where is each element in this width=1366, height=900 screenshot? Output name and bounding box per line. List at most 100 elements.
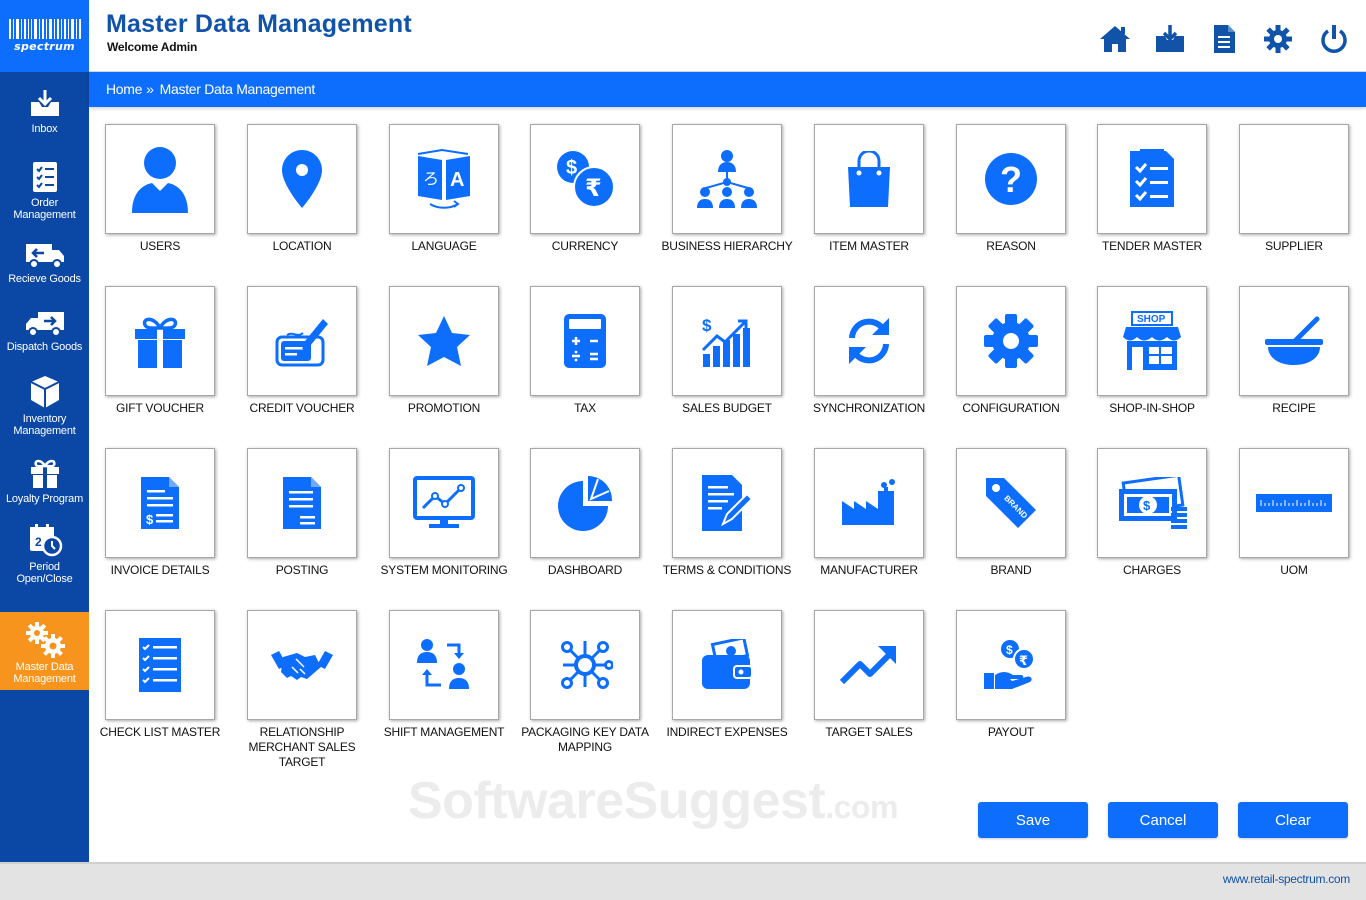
- tile-button[interactable]: [105, 610, 215, 720]
- footer: www.retail-spectrum.com: [0, 862, 1366, 900]
- tile-label: RECIPE: [1272, 401, 1316, 415]
- signed-voucher-icon: [275, 319, 328, 367]
- sidebar-item-loyalty-program[interactable]: Loyalty Program: [0, 456, 89, 508]
- tile-label: TARGET SALES: [825, 725, 913, 739]
- sidebar-item-label: Master Data Management: [13, 661, 76, 685]
- tile-shop-in-shop: SHOP SHOP-IN-SHOP: [1081, 269, 1223, 431]
- tile-button[interactable]: [1239, 124, 1349, 234]
- sidebar-item-label: Inventory Management: [13, 413, 76, 437]
- tile-button[interactable]: [1097, 124, 1207, 234]
- sidebar-item-period-open-close[interactable]: 2 Period Open/Close: [0, 522, 89, 588]
- tile-reason: ? REASON: [940, 107, 1082, 269]
- tile-button[interactable]: [672, 124, 782, 234]
- tile-charges: $ CHARGES: [1081, 431, 1223, 593]
- tile-button[interactable]: SHOP: [1097, 286, 1207, 396]
- tile-label: USERS: [139, 239, 181, 253]
- tile-configuration: CONFIGURATION: [940, 269, 1082, 431]
- tile-button[interactable]: [247, 124, 357, 234]
- cog-icon: [984, 314, 1038, 368]
- footer-url-link[interactable]: www.retail-spectrum.com: [1223, 872, 1350, 886]
- translate-icon: ろA: [417, 148, 470, 209]
- tile-button[interactable]: [672, 610, 782, 720]
- tile-button[interactable]: $ ₹: [530, 124, 640, 234]
- tile-button[interactable]: [814, 448, 924, 558]
- tile-button[interactable]: ?: [956, 124, 1066, 234]
- home-button[interactable]: [1098, 22, 1132, 56]
- sidebar-item-inbox[interactable]: Inbox: [0, 88, 89, 144]
- tile-button[interactable]: [389, 448, 499, 558]
- currency-icon: $₹: [557, 151, 615, 208]
- tile-button[interactable]: [1239, 286, 1349, 396]
- tile-button[interactable]: $: [672, 286, 782, 396]
- sidebar-item-recieve-goods[interactable]: Recieve Goods: [0, 240, 89, 292]
- sidebar-item-order-management[interactable]: Order Management: [0, 160, 89, 226]
- tile-indirect-expenses: INDIRECT EXPENSES: [656, 593, 798, 755]
- tile-button[interactable]: [530, 610, 640, 720]
- tile-label: SHIFT MANAGEMENT: [383, 725, 505, 739]
- sidebar-item-inventory-management[interactable]: Inventory Management: [0, 374, 89, 440]
- spectrum-logo[interactable]: spectrum: [0, 0, 89, 72]
- tile-button[interactable]: [672, 448, 782, 558]
- tile-users: USERS: [89, 107, 231, 269]
- top-header: Master Data Management Welcome Admin: [89, 0, 1366, 72]
- settings-button[interactable]: [1261, 22, 1295, 56]
- tile-button[interactable]: BRAND: [956, 448, 1066, 558]
- tile-button[interactable]: [247, 286, 357, 396]
- tile-button[interactable]: [956, 286, 1066, 396]
- clear-button[interactable]: Clear: [1238, 802, 1348, 838]
- tile-label: BUSINESS HIERARCHY: [661, 239, 793, 253]
- svg-text:A: A: [450, 169, 464, 191]
- tile-label: LANGUAGE: [411, 239, 477, 253]
- cancel-button[interactable]: Cancel: [1108, 802, 1218, 838]
- tile-button[interactable]: [530, 286, 640, 396]
- svg-text:$: $: [702, 316, 712, 335]
- calendar-clock-icon: 2: [29, 524, 62, 557]
- tile-button[interactable]: [1239, 448, 1349, 558]
- tile-label: SALES BUDGET: [682, 401, 772, 415]
- svg-text:$: $: [146, 512, 154, 527]
- network-nodes-icon: [561, 641, 613, 689]
- truck-icon: [25, 244, 64, 269]
- tile-button[interactable]: $ ₹: [956, 610, 1066, 720]
- tile-button[interactable]: [389, 610, 499, 720]
- tile-button[interactable]: [814, 610, 924, 720]
- svg-text:ろ: ろ: [423, 169, 439, 188]
- gift-icon: [30, 459, 59, 488]
- sidebar-item-label: Dispatch Goods: [6, 341, 83, 353]
- question-icon: ?: [985, 153, 1037, 205]
- sidebar-item-dispatch-goods[interactable]: Dispatch Goods: [0, 308, 89, 360]
- download-button[interactable]: [1153, 22, 1187, 56]
- tile-button[interactable]: $: [105, 448, 215, 558]
- tile-button[interactable]: [814, 286, 924, 396]
- tile-label: LOCATION: [272, 239, 332, 253]
- tile-button[interactable]: $: [1097, 448, 1207, 558]
- document-icon: [1214, 25, 1235, 53]
- power-icon: [1321, 25, 1347, 53]
- pie-chart-icon: [558, 476, 613, 531]
- home-icon: [1100, 26, 1130, 52]
- svg-text:$: $: [566, 157, 577, 179]
- tile-button[interactable]: [814, 124, 924, 234]
- svg-text:2: 2: [35, 535, 42, 549]
- tile-button[interactable]: ろA: [389, 124, 499, 234]
- breadcrumb-separator: »: [146, 81, 154, 97]
- tile-button[interactable]: [105, 286, 215, 396]
- tile-label: GIFT VOUCHER: [115, 401, 205, 415]
- sidebar-item-master-data-management[interactable]: Master Data Management: [0, 612, 89, 690]
- bar-growth-icon: $: [701, 316, 750, 367]
- tile-button[interactable]: [530, 448, 640, 558]
- checklist-icon: [32, 162, 57, 192]
- tile-button[interactable]: [389, 286, 499, 396]
- power-button[interactable]: [1317, 22, 1351, 56]
- tile-synchronization: SYNCHRONIZATION: [798, 269, 940, 431]
- tile-button[interactable]: [247, 610, 357, 720]
- tile-label: CURRENCY: [551, 239, 619, 253]
- save-button[interactable]: Save: [978, 802, 1088, 838]
- tile-button[interactable]: [247, 448, 357, 558]
- tile-button[interactable]: [105, 124, 215, 234]
- tile-business-hierarchy: BUSINESS HIERARCHY: [656, 107, 798, 269]
- breadcrumb-home-link[interactable]: Home: [106, 81, 142, 97]
- shift-users-icon: [417, 639, 469, 689]
- document-button[interactable]: [1207, 22, 1241, 56]
- tile-label: POSTING: [275, 563, 329, 577]
